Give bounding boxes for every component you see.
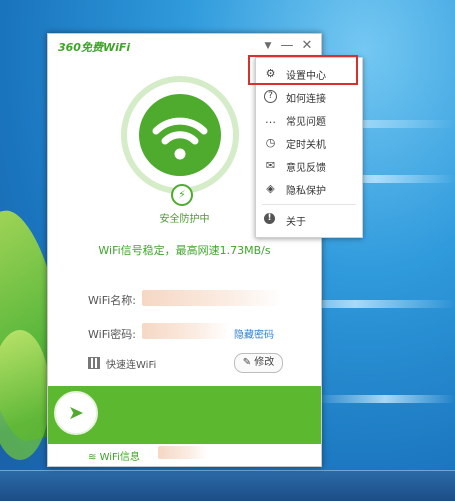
menu-item-privacy[interactable]: ◈ 隐私保护 [256,178,362,200]
wifi-name-label: WiFi名称: [88,294,136,307]
paper-plane-icon[interactable]: ➤ [54,391,98,435]
highlight-box [248,55,358,85]
shield-icon: ⚡ [171,184,193,206]
taskbar [0,470,455,501]
menu-item-about[interactable]: ! 关于 [256,209,362,231]
wifi-icon [152,117,208,160]
menu-item-faq[interactable]: … 常见问题 [256,109,362,131]
menu-dropdown-button[interactable]: ▼ [260,38,276,54]
minimize-button[interactable]: — [279,38,295,54]
qr-code-icon[interactable] [88,357,100,369]
edit-button[interactable]: ✎ 修改 [234,353,283,373]
menu-item-feedback[interactable]: ✉ 意见反馈 [256,155,362,177]
quick-connect-link[interactable]: 快速连WiFi [106,356,156,371]
edit-button-label: 修改 [254,357,275,368]
chat-icon: … [265,113,276,126]
info-icon: ! [264,213,275,224]
wifi-info-blurred-value [158,446,208,459]
wifi-small-icon: ≋ [88,452,97,463]
menu-item-label: 隐私保护 [286,186,326,197]
menu-item-label: 意见反馈 [286,163,326,174]
app-logo: 360免费WiFi [58,41,131,54]
shield-icon: ◈ [266,182,275,195]
menu-item-label: 如何连接 [286,94,326,105]
clock-icon: ◷ [265,136,276,149]
menu-item-scheduled-shutdown[interactable]: ◷ 定时关机 [256,132,362,154]
menu-item-how-to-connect[interactable]: ? 如何连接 [256,86,362,108]
menu-item-label: 常见问题 [286,117,326,128]
signal-status-message: WiFi信号稳定，最高网速1.73MB/s [98,244,271,257]
menu-item-label: 关于 [286,217,306,228]
pencil-icon: ✎ [242,357,252,368]
menu-divider [262,204,356,205]
wifi-info-tab[interactable]: ≋ WiFi信息 [88,448,140,463]
wifi-password-label: WiFi密码: [88,328,136,341]
wallpaper-streak [315,395,455,403]
menu-item-label: 定时关机 [286,140,326,151]
wifi-password-field[interactable] [142,323,230,339]
question-icon: ? [264,90,277,103]
hide-password-link[interactable]: 隐藏密码 [234,326,274,341]
wifi-info-label: WiFi信息 [99,452,140,463]
wifi-status-disc[interactable] [139,94,221,176]
close-button[interactable]: ✕ [299,38,315,54]
wifi-name-field[interactable] [142,290,282,306]
status-ring [121,76,239,194]
feedback-icon: ✉ [265,159,276,172]
